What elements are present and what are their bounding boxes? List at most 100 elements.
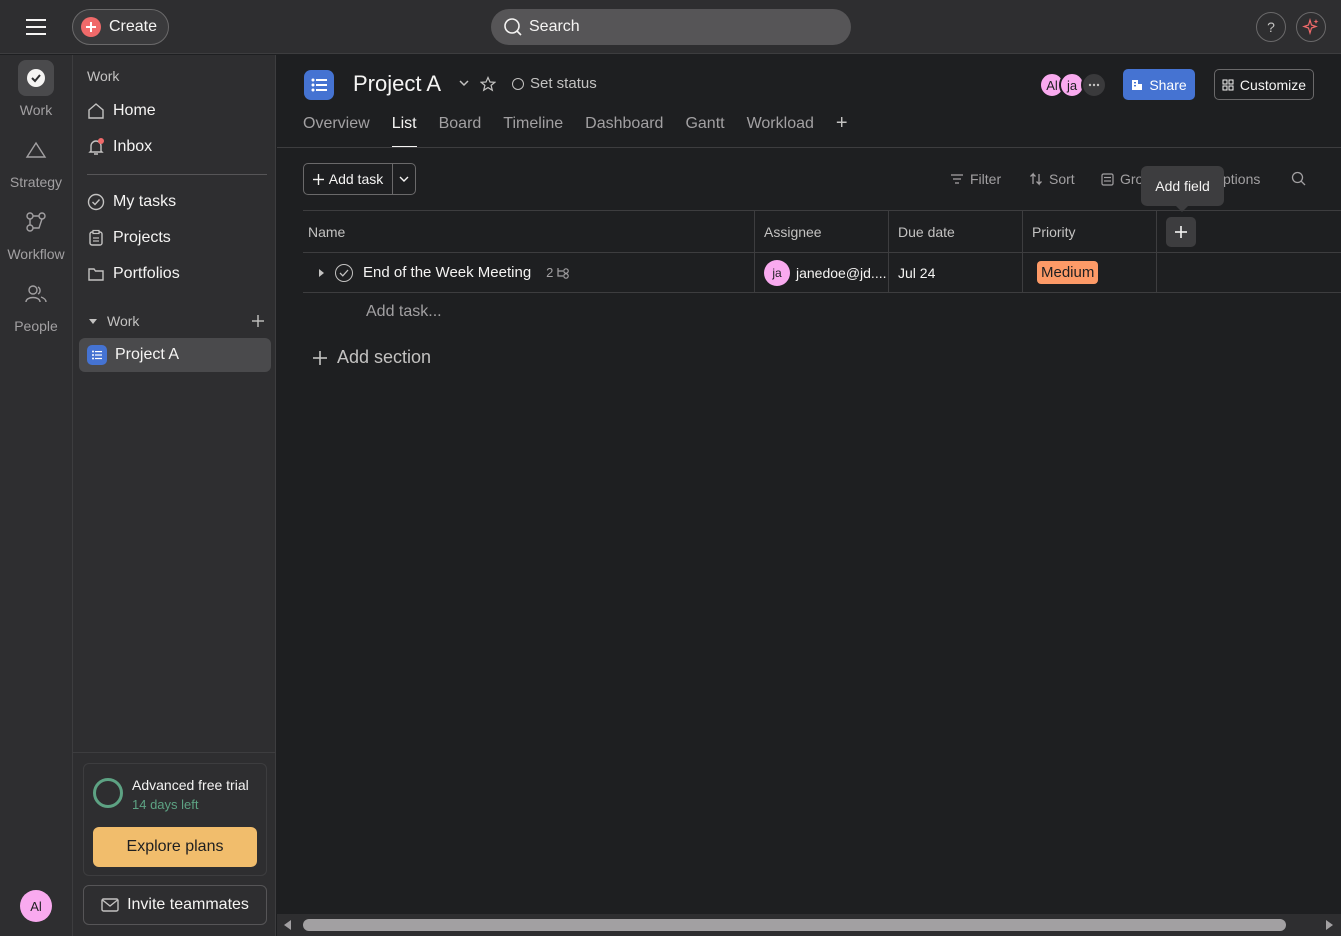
sidebar-item-label: Inbox: [113, 138, 153, 155]
sidebar-item-my-tasks[interactable]: My tasks: [79, 185, 271, 219]
subtask-count[interactable]: 2: [546, 265, 570, 280]
assignee-name: janedoe@jd....: [796, 264, 887, 281]
add-task-label: Add task: [328, 171, 384, 187]
rail-label: Strategy: [9, 174, 63, 190]
search-icon: [503, 17, 523, 37]
tab-gantt[interactable]: Gantt: [685, 115, 724, 147]
scrollbar-thumb[interactable]: [303, 919, 1286, 931]
priority-badge[interactable]: Medium: [1037, 261, 1099, 284]
bell-icon: [87, 138, 105, 156]
column-header-assignee[interactable]: Assignee: [755, 211, 889, 253]
ai-sparkle-button[interactable]: [1296, 12, 1326, 42]
hamburger-menu-icon[interactable]: [24, 16, 48, 38]
tab-overview[interactable]: Overview: [303, 115, 370, 147]
rail-item-work[interactable]: Work: [0, 60, 72, 118]
home-icon: [87, 102, 105, 120]
invite-teammates-button[interactable]: Invite teammates: [83, 885, 267, 925]
scroll-left-icon[interactable]: [282, 919, 292, 931]
sidebar-item-inbox[interactable]: Inbox: [79, 130, 271, 164]
sidebar-item-label: Home: [113, 102, 156, 119]
tab-dashboard[interactable]: Dashboard: [585, 115, 663, 147]
caret-down-icon[interactable]: [87, 315, 99, 327]
share-button[interactable]: Share: [1123, 69, 1195, 100]
people-icon: [18, 276, 54, 312]
more-members-icon[interactable]: [1081, 72, 1107, 98]
tab-list[interactable]: List: [391, 115, 417, 148]
column-header-priority[interactable]: Priority: [1023, 211, 1157, 253]
explore-plans-button[interactable]: Explore plans: [93, 827, 257, 867]
set-status-button[interactable]: Set status: [512, 75, 597, 92]
search-tasks-button[interactable]: [1291, 171, 1306, 186]
add-field-button[interactable]: [1166, 217, 1196, 247]
column-header-name[interactable]: Name: [303, 211, 755, 253]
sidebar-item-portfolios[interactable]: Portfolios: [79, 257, 271, 291]
priority-cell[interactable]: Medium: [1023, 253, 1157, 292]
search-label: Search: [529, 18, 580, 35]
table-row[interactable]: End of the Week Meeting 2 ja janedoe@jd.…: [303, 252, 1341, 293]
sidebar-header: Work: [87, 68, 120, 84]
task-name-cell[interactable]: End of the Week Meeting 2: [303, 253, 755, 292]
group-button[interactable]: Gro: [1101, 171, 1143, 187]
add-section-label: Add section: [337, 347, 432, 367]
add-tab-icon[interactable]: +: [836, 112, 848, 147]
invite-label: Invite teammates: [127, 896, 249, 913]
building-icon: [1131, 79, 1143, 91]
add-task-inline[interactable]: Add task...: [366, 303, 442, 321]
tab-timeline[interactable]: Timeline: [503, 115, 563, 147]
plus-icon[interactable]: [251, 314, 265, 328]
scroll-right-icon[interactable]: [1325, 919, 1335, 931]
subtask-icon: [556, 267, 570, 279]
share-label: Share: [1149, 76, 1187, 93]
group-label: Gro: [1120, 171, 1144, 187]
chevron-down-icon[interactable]: [393, 164, 415, 194]
sidebar-bottom-divider: [73, 752, 275, 753]
project-list-icon[interactable]: [304, 70, 334, 100]
create-button[interactable]: Create: [72, 9, 169, 45]
sidebar-item-label: Projects: [113, 229, 171, 246]
tab-workload[interactable]: Workload: [747, 115, 814, 147]
clipboard-icon: [87, 229, 105, 247]
project-members[interactable]: Al ja: [1039, 72, 1107, 98]
due-date: Jul 24: [898, 264, 936, 281]
rail-item-people[interactable]: People: [0, 276, 72, 334]
horizontal-scrollbar[interactable]: [277, 914, 1341, 936]
sidebar-item-projects[interactable]: Projects: [79, 221, 271, 255]
filter-button[interactable]: Filter: [950, 171, 1001, 187]
avatar: ja: [764, 259, 790, 286]
add-task-button[interactable]: Add task: [304, 164, 393, 194]
add-section-button[interactable]: Add section: [313, 347, 431, 368]
task-name[interactable]: End of the Week Meeting: [363, 264, 531, 281]
help-button[interactable]: ?: [1256, 12, 1286, 42]
list-icon: [87, 345, 107, 365]
tab-board[interactable]: Board: [439, 115, 482, 147]
customize-button[interactable]: Customize: [1214, 69, 1314, 100]
due-date-cell[interactable]: Jul 24: [889, 253, 1023, 292]
star-icon[interactable]: [480, 76, 496, 92]
left-rail: Work Strategy Workflow People Al: [0, 55, 72, 936]
user-avatar[interactable]: Al: [20, 890, 52, 922]
column-header-due-date[interactable]: Due date: [889, 211, 1023, 253]
check-circle-icon: [87, 193, 105, 211]
trial-subtitle: 14 days left: [132, 797, 199, 812]
workflow-icon: [18, 204, 54, 240]
sidebar-item-home[interactable]: Home: [79, 94, 271, 128]
sidebar-item-project-a[interactable]: Project A: [79, 338, 271, 372]
sidebar: Work Home Inbox My tasks Projects Portfo…: [72, 55, 276, 936]
options-button[interactable]: ptions: [1223, 171, 1260, 187]
sort-button[interactable]: Sort: [1029, 171, 1075, 187]
sidebar-section-work[interactable]: Work: [87, 309, 265, 333]
customize-label: Customize: [1239, 76, 1307, 93]
rail-label: Work: [19, 102, 53, 118]
chevron-down-icon[interactable]: [458, 78, 470, 88]
rail-item-workflow[interactable]: Workflow: [0, 204, 72, 262]
search-icon: [1291, 171, 1306, 186]
assignee-cell[interactable]: ja janedoe@jd....: [755, 253, 889, 292]
expand-caret-icon[interactable]: [317, 268, 325, 278]
filter-label: Filter: [970, 171, 1002, 187]
sort-icon: [1029, 172, 1043, 186]
status-circle-icon: [512, 77, 524, 90]
complete-task-checkbox[interactable]: [335, 263, 353, 282]
search-bar[interactable]: Search: [491, 9, 851, 45]
rail-item-strategy[interactable]: Strategy: [0, 132, 72, 190]
sort-label: Sort: [1049, 171, 1075, 187]
